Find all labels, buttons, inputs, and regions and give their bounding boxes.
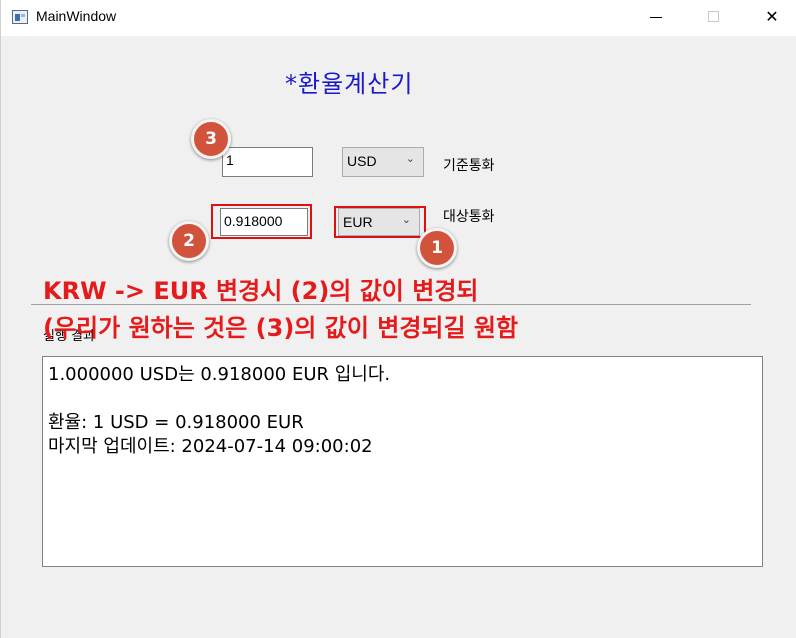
annotation-badge-2: 2 (169, 221, 209, 261)
app-window-icon (12, 10, 28, 24)
annotation-badge-3: 3 (191, 119, 231, 159)
window-title: MainWindow (36, 8, 117, 24)
minimize-icon (650, 17, 662, 18)
results-textbox[interactable]: 1.000000 USD는 0.918000 EUR 입니다. 환율: 1 US… (42, 356, 763, 567)
base-currency-value: USD (347, 153, 377, 169)
highlight-target-currency (334, 206, 426, 238)
base-amount-input[interactable]: 1 (222, 147, 313, 177)
chevron-down-icon: ⌄ (405, 153, 415, 165)
minimize-button[interactable] (633, 0, 679, 34)
title-bar[interactable]: MainWindow ✕ (1, 0, 796, 36)
result-line: 1.000000 USD는 0.918000 EUR 입니다. (48, 364, 391, 385)
annotation-text-line-1: KRW -> EUR 변경시 (2)의 값이 변경되 (43, 277, 479, 305)
result-line (48, 387, 757, 411)
target-currency-label: 대상통화 (443, 209, 495, 225)
close-button[interactable]: ✕ (749, 0, 795, 34)
result-line: 환율: 1 USD = 0.918000 EUR (48, 412, 304, 433)
maximize-icon (708, 11, 719, 22)
main-window: MainWindow ✕ *환율계산기 1 USD ⌄ 기준통화 0.91800… (0, 0, 796, 638)
page-title: *환율계산기 (285, 70, 414, 98)
maximize-button[interactable] (691, 0, 737, 34)
highlight-target-amount (211, 204, 312, 239)
annotation-badge-1: 1 (417, 228, 457, 268)
base-currency-select[interactable]: USD ⌄ (342, 147, 424, 177)
close-icon: ✕ (765, 7, 779, 26)
annotation-text-line-2: (우리가 원하는 것은 (3)의 값이 변경되길 원함 (43, 314, 519, 342)
result-line: 마지막 업데이트: 2024-07-14 09:00:02 (48, 436, 373, 457)
base-currency-label: 기준통화 (443, 158, 495, 174)
